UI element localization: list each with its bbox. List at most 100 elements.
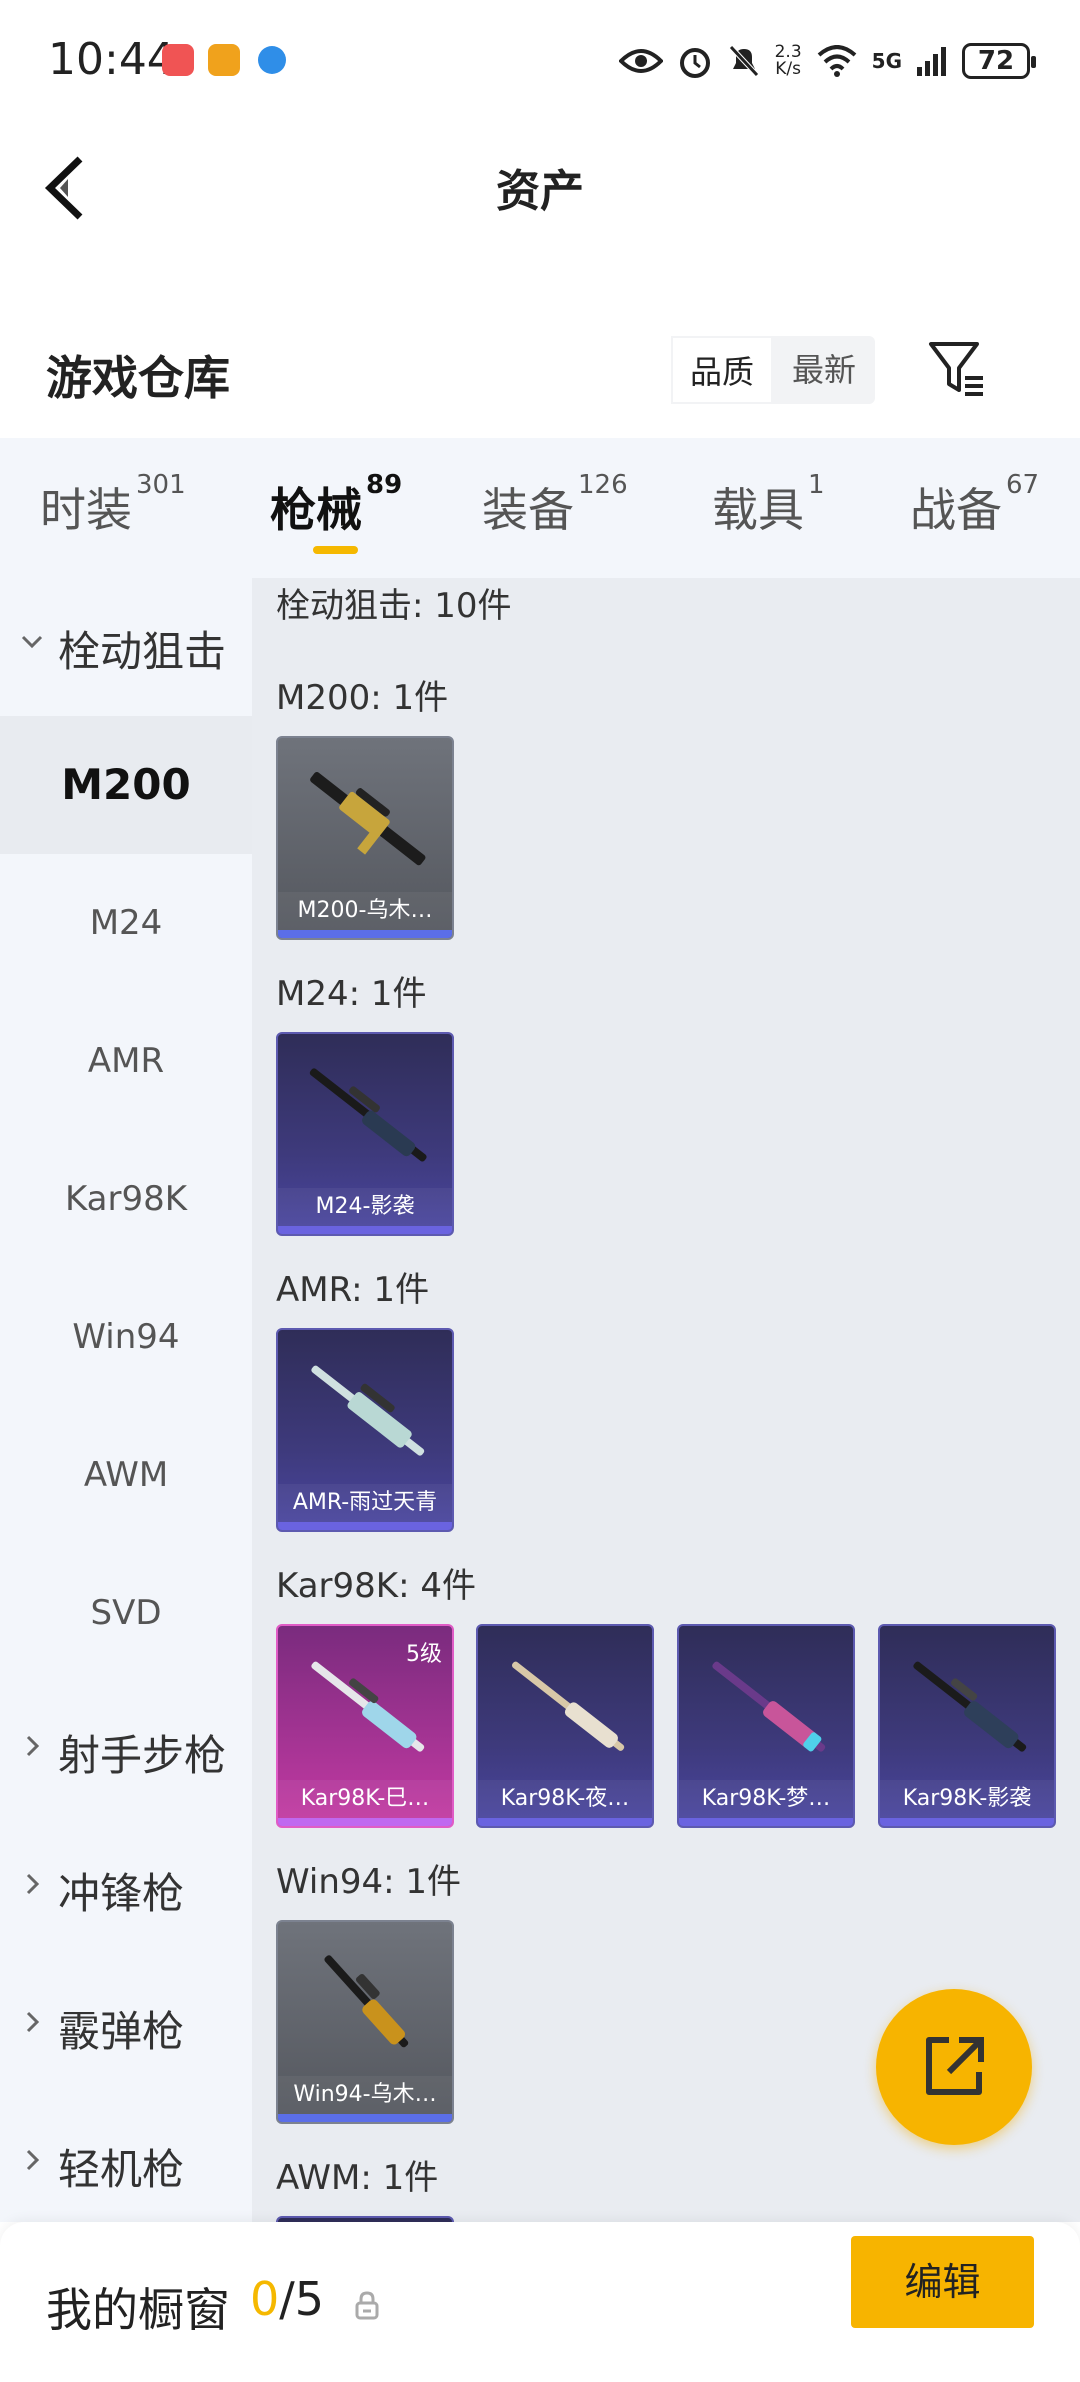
weapon-card-name: Kar98K-巳… [278,1780,452,1818]
section-title: 游戏仓库 [46,351,230,405]
level-badge: 5级 [406,1642,442,1667]
weapon-card-win94[interactable]: Win94-乌木… [276,1920,454,2124]
tab-fashion[interactable]: 时装 301 [40,470,186,540]
weapon-card-name: M24-影袭 [278,1188,452,1226]
alarm-icon [679,48,710,78]
sidebar-group-smg[interactable]: 冲锋枪 [0,1820,252,1958]
tab-vehicles[interactable]: 载具 1 [712,470,825,540]
tab-label: 枪械 [270,483,362,537]
weapon-card-name: M200-乌木… [278,892,452,930]
showcase-label: 我的橱窗 [46,2283,230,2337]
sniper-rifle-image [311,1365,425,1456]
wifi-icon [817,45,856,77]
chevron-right-icon [26,1735,40,1757]
showcase-count: 0/5 [250,2272,324,2326]
tab-supplies[interactable]: 战备 67 [910,470,1039,540]
rarity-bar [679,1818,853,1826]
showcase-current: 0 [250,2272,280,2326]
edit-button[interactable]: 编辑 [851,2236,1034,2328]
sort-toggle: 品质 最新 [671,336,875,404]
tab-count: 67 [1006,470,1040,500]
group-label-win94: Win94: 1件 [276,1862,462,1902]
weapon-card-kar98k-1[interactable]: 5级 Kar98K-巳… [276,1624,454,1828]
sidebar-item-amr[interactable]: AMR [0,992,252,1130]
section-header: 游戏仓库 [0,312,1080,432]
chevron-right-icon [26,1873,40,1895]
sidebar-item-m24[interactable]: M24 [0,854,252,992]
sidebar-group-shotgun[interactable]: 霰弹枪 [0,1958,252,2096]
rarity-bar [278,1818,452,1826]
signal-icon [917,47,946,76]
sidebar-item-kar98k[interactable]: Kar98K [0,1130,252,1268]
rarity-bar [278,2114,452,2122]
sidebar-group-lmg[interactable]: 轻机枪 [0,2096,252,2234]
weapon-card-name: Kar98K-梦… [679,1780,853,1818]
battery-indicator: 72 [962,43,1036,79]
top-nav: 资产 [0,125,1080,250]
weapon-card-name: Kar98K-影袭 [880,1780,1054,1818]
status-icons: 2.3 K/s 5G 72 [618,38,1036,84]
weapon-card-amr[interactable]: AMR-雨过天青 [276,1328,454,1532]
sidebar-item-awm[interactable]: AWM [0,1406,252,1544]
showcase-total: /5 [279,2272,325,2326]
sort-quality-option[interactable]: 品质 [671,336,773,404]
category-tabs: 时装 301 枪械 89 装备 126 载具 1 战备 67 [0,438,1080,578]
share-button[interactable] [876,1989,1032,2145]
weapon-card-kar98k-2[interactable]: Kar98K-夜… [476,1624,654,1828]
category-summary: 栓动狙击: 10件 [276,586,512,626]
weapon-card-kar98k-4[interactable]: Kar98K-影袭 [878,1624,1056,1828]
sidebar-item-svd[interactable]: SVD [0,1544,252,1682]
tab-equipment[interactable]: 装备 126 [482,470,628,540]
weapon-card-kar98k-3[interactable]: Kar98K-梦… [677,1624,855,1828]
tab-count: 126 [578,470,628,500]
filter-button[interactable] [925,336,991,402]
weapon-card-m200[interactable]: M200-乌木… [276,736,454,940]
weapon-list[interactable]: 栓动狙击: 10件 M200: 1件 M200-乌木… M24: 1件 M24-… [252,578,1080,2222]
mute-icon [728,45,759,77]
tab-count: 301 [136,470,186,500]
sidebar-group-label: 轻机枪 [58,2145,185,2194]
sidebar-item-m200[interactable]: M200 [0,716,252,854]
status-bar: 10:44 2.3 K/s 5G 72 [0,0,1080,125]
rarity-bar [880,1818,1054,1826]
external-link-icon [926,2037,984,2095]
weapon-card-m24[interactable]: M24-影袭 [276,1032,454,1236]
group-label-m200: M200: 1件 [276,678,449,718]
net-speed-unit: K/s [775,59,801,79]
tab-firearms[interactable]: 枪械 89 [270,470,402,540]
eye-icon [618,49,663,73]
status-time: 10:44 [48,34,175,85]
rarity-bar [278,930,452,938]
sort-newest-option[interactable]: 最新 [773,336,875,404]
net-speed: 2.3 K/s [775,44,802,78]
active-tab-indicator [313,546,358,554]
app-notification-icon-red [162,44,194,76]
chevron-down-icon [21,635,43,649]
chevron-right-icon [26,2011,40,2033]
chevron-right-icon [26,2149,40,2171]
sniper-rifle-image [712,1661,826,1752]
rarity-bar [278,1522,452,1530]
sidebar-group-marksman[interactable]: 射手步枪 [0,1682,252,1820]
weapon-subcategory-nav: 栓动狙击 M200 M24 AMR Kar98K Win94 AWM SVD 射… [0,578,252,2222]
sniper-rifle-image [913,1661,1027,1752]
weapon-card-name: AMR-雨过天青 [278,1484,452,1522]
app-notification-icon-blue [258,46,286,74]
tab-label: 战备 [910,483,1002,537]
sidebar-item-win94[interactable]: Win94 [0,1268,252,1406]
sidebar-group-label: 射手步枪 [58,1731,227,1780]
tab-label: 载具 [712,483,804,537]
tab-count: 89 [366,470,403,500]
group-label-kar98k: Kar98K: 4件 [276,1566,476,1606]
weapon-card-name: Kar98K-夜… [478,1780,652,1818]
app-notification-icon-orange [208,44,240,76]
rarity-bar [278,1226,452,1234]
rarity-bar [478,1818,652,1826]
sniper-rifle-image [310,772,426,866]
sidebar-group-label: 冲锋枪 [58,1869,185,1918]
sidebar-group-bolt-action[interactable]: 栓动狙击 [0,578,252,716]
tab-count: 1 [808,470,825,500]
tab-label: 时装 [40,483,132,537]
weapon-card-name: Win94-乌木… [278,2076,452,2114]
sniper-rifle-image [309,1068,427,1162]
